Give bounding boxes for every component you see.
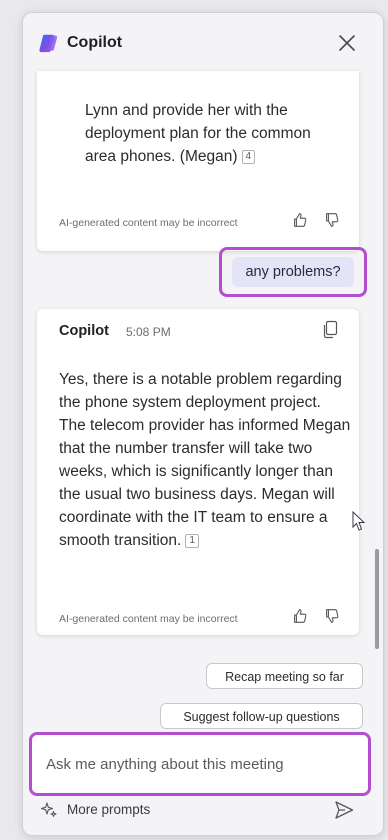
user-message-bubble: any problems? (232, 257, 354, 287)
app-title: Copilot (67, 34, 123, 51)
citation-ref[interactable]: 4 (241, 150, 256, 164)
user-message-highlight: any problems? (219, 247, 367, 297)
copilot-logo-icon (39, 34, 58, 53)
thumbs-up-icon[interactable] (291, 211, 309, 229)
response-timestamp: 5:08 PM (126, 325, 171, 339)
mouse-pointer-icon (352, 511, 366, 531)
suggest-follow-up-chip[interactable]: Suggest follow-up questions (160, 703, 363, 729)
send-icon[interactable] (333, 799, 355, 821)
response-body: Yes, there is a notable problem regardin… (59, 371, 351, 549)
response-sender: Copilot (59, 323, 109, 339)
previous-response-text: Lynn and provide her with the deployment… (85, 99, 335, 168)
panel-header: Copilot (23, 13, 383, 73)
copy-icon[interactable] (321, 319, 341, 339)
response-text: Yes, there is a notable problem regardin… (59, 368, 351, 552)
ai-disclaimer: AI-generated content may be incorrect (59, 217, 238, 229)
sparkle-icon (40, 802, 57, 817)
ask-input[interactable] (44, 743, 358, 785)
thumbs-down-icon[interactable] (323, 607, 341, 625)
ai-disclaimer: AI-generated content may be incorrect (59, 613, 238, 625)
close-icon[interactable] (335, 31, 359, 55)
chat-scrollbar[interactable] (375, 549, 379, 649)
more-prompts-label: More prompts (67, 802, 151, 817)
copilot-response-card: Copilot 5:08 PM Yes, there is a notable … (37, 309, 359, 635)
thumbs-down-icon[interactable] (323, 211, 341, 229)
copilot-panel: Copilot Lynn and provide her with the de… (22, 12, 384, 836)
composer-highlight (29, 732, 371, 796)
recap-meeting-chip[interactable]: Recap meeting so far (206, 663, 363, 689)
citation-ref[interactable]: 1 (185, 534, 199, 548)
previous-response-body: Lynn and provide her with the deployment… (85, 102, 311, 165)
previous-response-card: Lynn and provide her with the deployment… (37, 71, 359, 251)
thumbs-up-icon[interactable] (291, 607, 309, 625)
